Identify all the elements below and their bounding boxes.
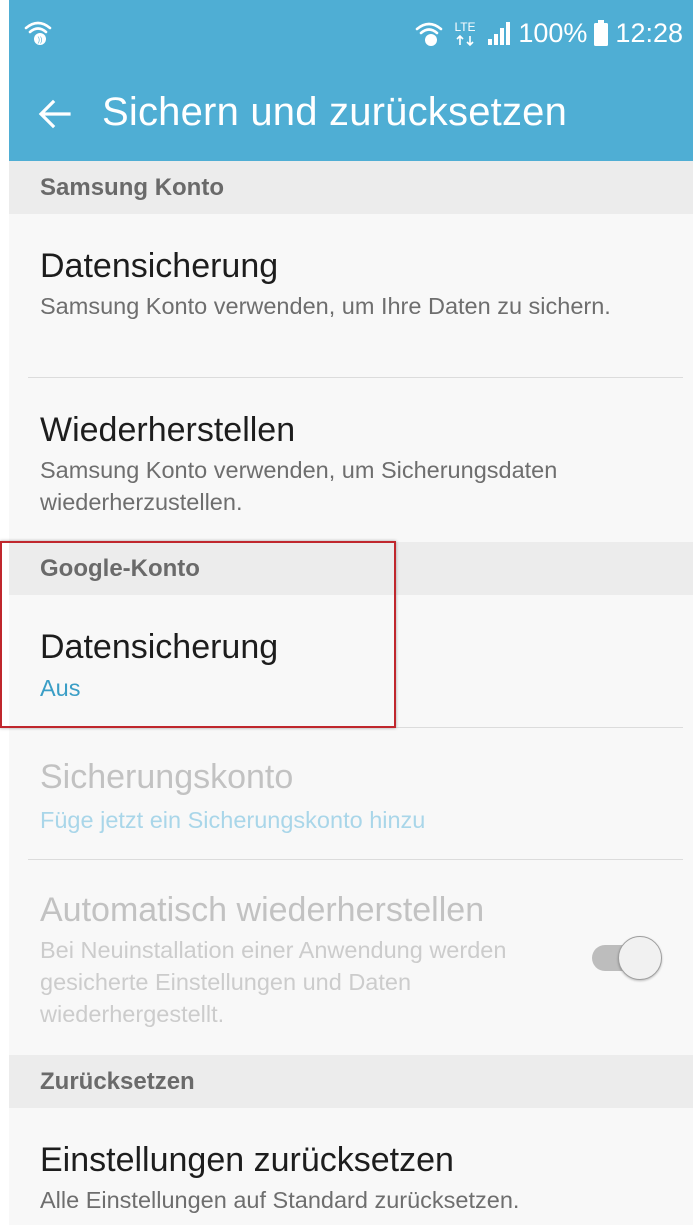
section-header-samsung: Samsung Konto <box>9 161 693 214</box>
backup-status-value: Aus <box>40 675 81 701</box>
lte-label: LTE <box>455 20 476 34</box>
settings-screen: )) LTE 100% 12:28 Sichern und zurücksetz… <box>9 0 693 1225</box>
item-subtitle: Samsung Konto verwenden, um Ihre Daten z… <box>40 293 611 319</box>
item-subtitle: Bei Neuinstallation einer Anwendung werd… <box>40 937 507 1027</box>
arrow-left-icon <box>38 99 71 129</box>
auto-restore-toggle[interactable] <box>592 936 666 980</box>
item-subtitle: Füge jetzt ein Sicherungskonto hinzu <box>40 807 426 833</box>
samsung-backup-item[interactable]: Datensicherung Samsung Konto verwenden, … <box>9 214 693 377</box>
auto-restore-item[interactable]: Automatisch wiederherstellen Bei Neuinst… <box>9 860 693 1054</box>
item-title: Datensicherung <box>40 247 279 285</box>
section-header-google: Google-Konto <box>9 542 693 595</box>
svg-text:)): )) <box>38 37 43 44</box>
google-backup-item[interactable]: Datensicherung Aus <box>9 595 693 727</box>
battery-icon <box>594 20 609 46</box>
item-title: Automatisch wiederherstellen <box>40 891 485 929</box>
back-button[interactable] <box>31 90 79 138</box>
wifi-calling-icon: )) <box>24 21 52 45</box>
item-title: Wiederherstellen <box>40 411 296 449</box>
item-title: Einstellungen zurücksetzen <box>40 1141 454 1179</box>
item-subtitle: Samsung Konto verwenden, um Sicherungsda… <box>40 457 558 515</box>
item-title: Sicherungskonto <box>40 758 294 796</box>
samsung-restore-item[interactable]: Wiederherstellen Samsung Konto verwenden… <box>9 378 693 541</box>
status-icons: LTE 100% 12:28 <box>414 14 683 52</box>
clock: 12:28 <box>615 18 683 48</box>
toggle-knob <box>618 936 662 980</box>
battery-percent: 100% <box>518 18 588 48</box>
signal-icon <box>488 22 511 45</box>
lte-icon: LTE <box>455 20 476 47</box>
section-header-label: Samsung Konto <box>40 174 224 201</box>
item-subtitle: Alle Einstellungen auf Standard zurückse… <box>40 1187 520 1213</box>
section-header-label: Zurücksetzen <box>40 1068 195 1095</box>
section-header-reset: Zurücksetzen <box>9 1055 693 1108</box>
backup-account-item[interactable]: Sicherungskonto Füge jetzt ein Sicherung… <box>9 728 693 859</box>
status-bar: )) LTE 100% 12:28 <box>9 0 693 66</box>
wifi-calling-icon <box>416 22 443 46</box>
page-title: Sichern und zurücksetzen <box>102 90 568 134</box>
section-header-label: Google-Konto <box>40 555 200 582</box>
item-title: Datensicherung <box>40 628 279 666</box>
reset-settings-item[interactable]: Einstellungen zurücksetzen Alle Einstell… <box>9 1108 693 1225</box>
app-bar: Sichern und zurücksetzen <box>9 66 693 161</box>
